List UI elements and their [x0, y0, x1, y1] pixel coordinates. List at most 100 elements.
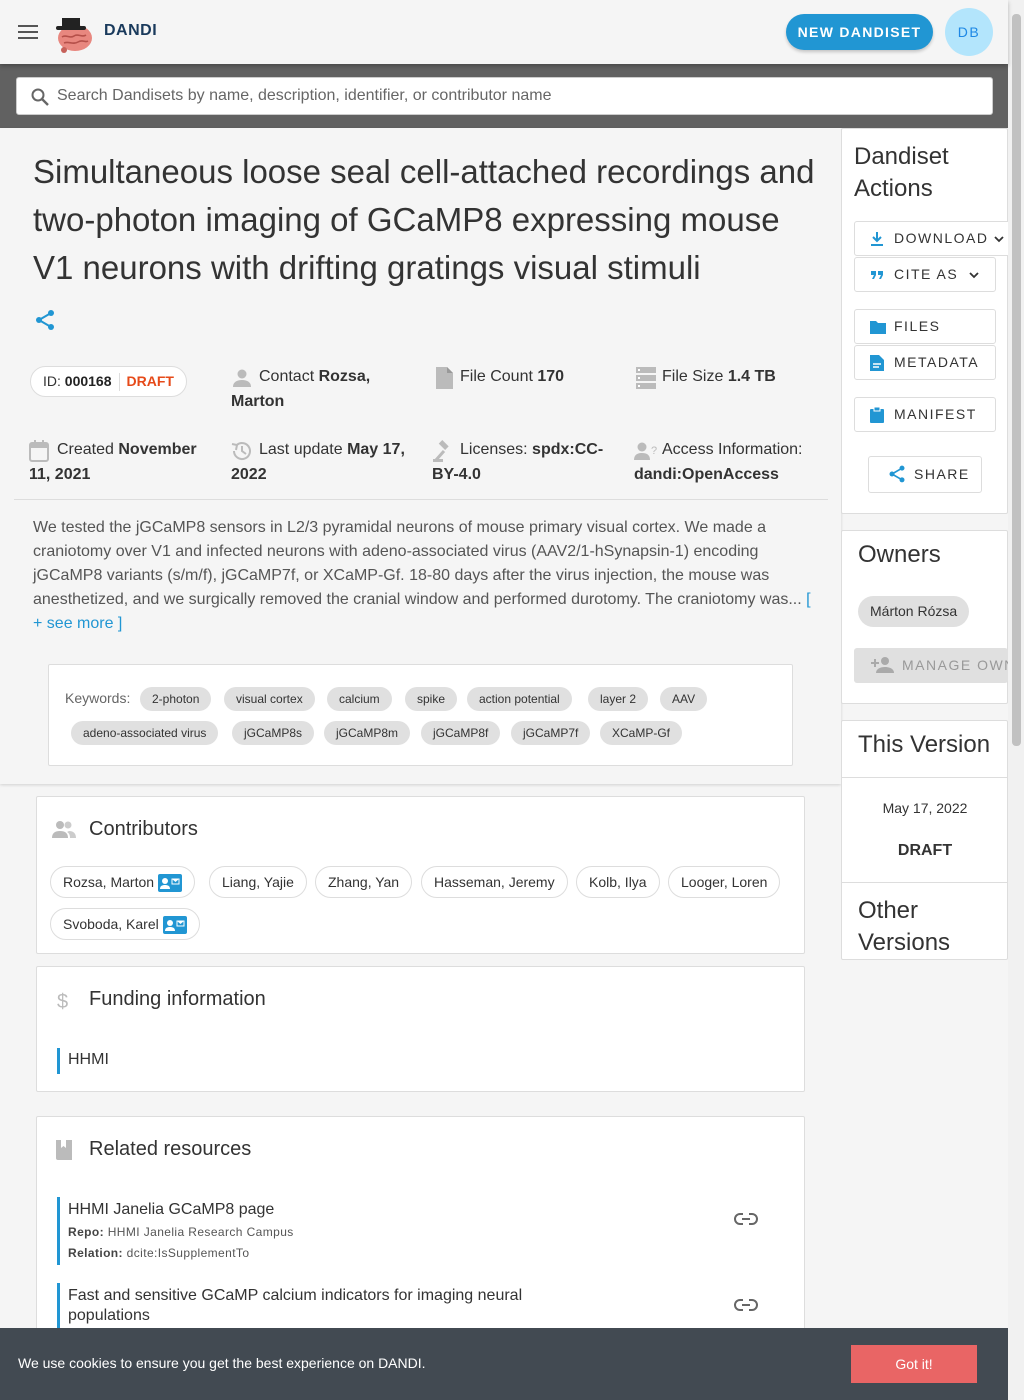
resource-title: Fast and sensitive GCaMP calcium indicat… [68, 1287, 523, 1324]
keyword-chip: jGCaMP8f [421, 721, 501, 745]
calendar-icon [29, 440, 49, 462]
share-icon [889, 465, 905, 483]
add-person-icon [871, 657, 894, 673]
id-label: ID: [43, 373, 61, 389]
storage-icon [636, 367, 656, 389]
owners-heading: Owners [858, 541, 941, 568]
cookie-accept-button[interactable]: Got it! [851, 1345, 977, 1383]
keyword-chip: calcium [327, 687, 392, 711]
owner-chip: Márton Rózsa [858, 596, 970, 627]
keyword-chip: jGCaMP8s [232, 721, 315, 745]
person-question-icon: ? [634, 442, 657, 460]
contributor-chip[interactable]: Svoboda, Karel [50, 908, 200, 940]
keyword-chip: jGCaMP7f [511, 721, 591, 745]
contributor-chip[interactable]: Liang, Yajie [209, 866, 307, 898]
resource-item [57, 1197, 60, 1265]
keyword-chip: spike [405, 687, 458, 711]
contributor-chip[interactable]: Rozsa, Marton [50, 866, 196, 898]
divider [14, 499, 828, 500]
contact-info: Contact Rozsa, Marton [231, 364, 401, 414]
dandiset-title: Simultaneous loose seal cell-attached re… [33, 153, 815, 286]
version-label[interactable]: DRAFT [842, 842, 1008, 860]
keyword-chip: visual cortex [224, 687, 315, 711]
chevron-down-icon [994, 236, 1004, 243]
book-icon [56, 1140, 72, 1160]
search-input[interactable] [57, 78, 977, 114]
contributor-chip[interactable]: Hasseman, Jeremy [421, 866, 568, 898]
svg-text:?: ? [651, 445, 657, 457]
document-icon [870, 355, 884, 371]
resource-item [57, 1283, 60, 1333]
dandi-logo[interactable] [52, 10, 98, 54]
person-icon [233, 369, 251, 387]
last-update-info: Last update May 17, 2022 [231, 437, 416, 487]
file-count: 170 [537, 368, 565, 385]
resource-repo: Repo: HHMI Janelia Research Campus [68, 1225, 294, 1239]
search-box [16, 77, 993, 115]
created-info: Created November 11, 2021 [29, 437, 209, 487]
cookie-banner: We use cookies to ensure you get the bes… [0, 1328, 1008, 1400]
this-version-heading: This Version [858, 731, 991, 758]
files-button[interactable]: FILES [854, 309, 996, 344]
keyword-chip: adeno-associated virus [71, 721, 219, 745]
brand-name[interactable]: DANDI [104, 22, 157, 40]
manage-owners-button[interactable]: MANAGE OWNERS [854, 648, 1008, 683]
app-bar: DANDI NEW DANDISET DB [0, 0, 1008, 64]
contributor-chip[interactable]: Looger, Loren [668, 866, 781, 898]
contributor-chip[interactable]: Kolb, Ilya [576, 866, 660, 898]
contributor-chip[interactable]: Zhang, Yan [315, 866, 413, 898]
scrollbar-thumb[interactable] [1012, 14, 1021, 746]
cite-as-button[interactable]: CITE AS [854, 257, 996, 292]
file-size: 1.4 TB [727, 368, 776, 385]
keywords-label: Keywords: [65, 690, 131, 706]
search-icon [31, 88, 49, 106]
actions-heading: Dandiset Actions [854, 143, 949, 202]
metadata-button[interactable]: METADATA [854, 345, 996, 380]
file-icon [436, 367, 453, 389]
people-icon [52, 821, 76, 838]
manifest-button[interactable]: MANIFEST [854, 397, 996, 432]
other-versions-heading: Other Versions [858, 897, 951, 956]
dollar-icon: $ [57, 991, 68, 1011]
search-bar [0, 64, 1008, 128]
contact-card-icon [158, 874, 183, 893]
folder-icon [870, 321, 886, 334]
quote-icon [871, 271, 883, 279]
share-icon[interactable] [33, 308, 57, 332]
file-count-info: File Count 170 [434, 364, 604, 389]
chevron-down-icon [969, 272, 979, 279]
keyword-chip: XCaMP-Gf [600, 721, 683, 745]
keywords-box: Keywords: 2-photon visual cortex calcium… [48, 664, 793, 766]
gavel-icon [433, 440, 449, 462]
cookie-message: We use cookies to ensure you get the bes… [18, 1355, 426, 1371]
link-icon[interactable] [734, 1295, 758, 1315]
user-avatar[interactable]: DB [945, 8, 993, 56]
clipboard-icon [870, 407, 884, 423]
link-icon[interactable] [734, 1209, 758, 1229]
funding-card [36, 966, 805, 1092]
version-date: May 17, 2022 [882, 800, 968, 816]
funding-name: HHMI [68, 1051, 109, 1068]
download-icon [871, 232, 883, 246]
contact-card-icon [162, 916, 187, 935]
download-button[interactable]: DOWNLOAD [854, 221, 1014, 256]
history-icon [231, 442, 251, 460]
svg-text:$: $ [57, 991, 68, 1011]
resource-title: HHMI Janelia GCaMP8 page [68, 1201, 275, 1218]
resource-relation: Relation: dcite:IsSupplementTo [68, 1246, 250, 1260]
new-dandiset-button[interactable]: NEW DANDISET [786, 14, 933, 50]
status-badge: DRAFT [126, 373, 174, 389]
access-label: Access Information: [662, 441, 803, 458]
license-info: Licenses: spdx:CC-BY-4.0 [432, 437, 612, 487]
access-info: ? Access Information: dandi:OpenAccess [634, 437, 814, 487]
keyword-chip: jGCaMP8m [324, 721, 411, 745]
dandiset-id: 000168 [64, 373, 112, 389]
dandiset-id-chip: ID: 000168 DRAFT [30, 366, 187, 397]
share-button[interactable]: SHARE [868, 456, 982, 493]
menu-icon[interactable] [12, 16, 44, 48]
keyword-chip: 2-photon [140, 687, 212, 711]
description: We tested the jGCaMP8 sensors in L2/3 py… [33, 516, 813, 636]
keyword-chip: AAV [660, 687, 708, 711]
divider [842, 777, 1008, 778]
divider [842, 882, 1008, 883]
